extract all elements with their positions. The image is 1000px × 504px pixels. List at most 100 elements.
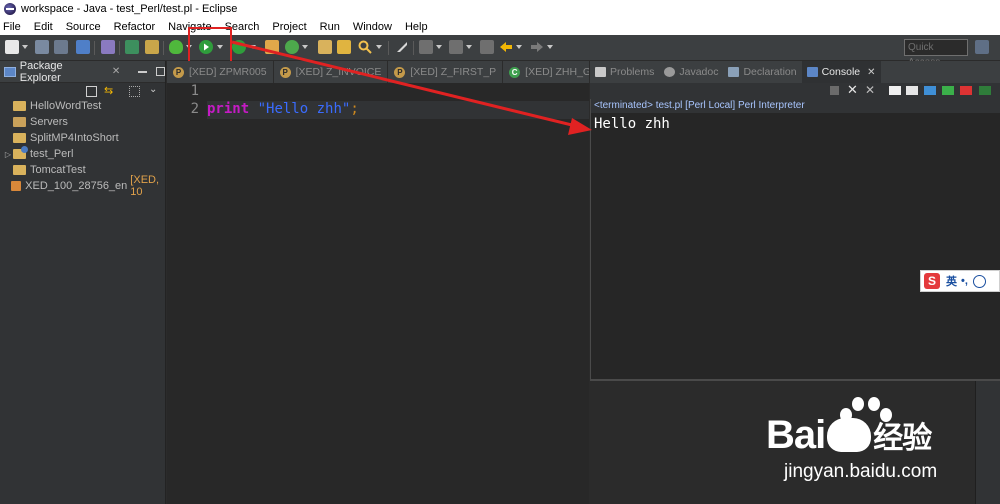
terminate-icon[interactable] (830, 86, 839, 95)
focus-on-task-icon[interactable] (129, 86, 140, 97)
javadoc-icon (664, 67, 676, 77)
skip-breakpoints-icon[interactable] (101, 40, 115, 54)
open-perspective-icon[interactable] (975, 40, 989, 54)
new-class-dropdown-icon[interactable] (302, 45, 308, 49)
new-package-icon[interactable] (145, 40, 159, 54)
save-all-icon[interactable] (54, 40, 68, 54)
pin-console-icon[interactable] (979, 86, 991, 95)
tree-item-xed-100[interactable]: XED_100_28756_en [XED, 10 (0, 174, 165, 198)
tree-item-test-perl[interactable]: ▷ test_Perl (0, 146, 73, 162)
ime-status-bar[interactable]: S 英 •, (920, 270, 1000, 292)
watermark-url: jingyan.baidu.com (784, 461, 938, 482)
toolbar-separator (388, 41, 389, 55)
tree-item-label: SplitMP4IntoShort (30, 132, 119, 144)
minimize-icon[interactable] (138, 70, 148, 73)
previous-annotation-dropdown-icon[interactable] (466, 45, 472, 49)
code-terminator: ; (350, 101, 359, 117)
remove-launch-icon[interactable]: ✕ (847, 82, 858, 98)
eclipse-logo-icon (4, 3, 16, 15)
menu-help[interactable]: Help (405, 21, 428, 33)
show-on-error-icon[interactable] (960, 86, 972, 95)
back-arrow-icon[interactable] (499, 40, 513, 54)
view-menu-icon[interactable]: ⌄ (149, 84, 157, 95)
tree-item-label: HelloWordTest (30, 100, 102, 112)
menu-edit[interactable]: Edit (34, 21, 53, 33)
tree-item-helloworldtest[interactable]: HelloWordTest (0, 98, 101, 114)
debug-bug-icon[interactable] (169, 40, 183, 54)
open-type-icon[interactable] (125, 40, 139, 54)
scroll-lock-icon[interactable] (906, 86, 918, 95)
search-icon[interactable] (358, 40, 372, 54)
menu-project[interactable]: Project (272, 21, 306, 33)
run-button-highlight (188, 27, 232, 65)
show-on-output-icon[interactable] (942, 86, 954, 95)
tab-problems[interactable]: Problems (590, 61, 659, 83)
forward-arrow-icon[interactable] (530, 40, 544, 54)
collapse-all-icon[interactable] (86, 86, 97, 97)
editor-tab-z-first-p[interactable]: P [XED] Z_FIRST_P (388, 61, 504, 83)
folder-icon (13, 117, 26, 127)
editor-tab-label: [XED] Z_FIRST_P (410, 66, 497, 78)
last-edit-location-icon[interactable] (480, 40, 494, 54)
next-annotation-icon[interactable] (419, 40, 433, 54)
search-dropdown-icon[interactable] (376, 45, 382, 49)
menu-run[interactable]: Run (320, 21, 340, 33)
toolbar-separator (119, 41, 120, 55)
save-icon[interactable] (35, 40, 49, 54)
quick-access-input[interactable]: Quick Access (904, 39, 968, 68)
new-class-icon[interactable] (285, 40, 299, 54)
clear-console-icon[interactable] (889, 86, 901, 95)
external-tools-dropdown-icon[interactable] (250, 45, 256, 49)
line-number: 1 (190, 83, 199, 99)
ime-punctuation[interactable]: •, (961, 275, 968, 287)
sogou-logo-icon: S (924, 273, 940, 289)
close-icon[interactable]: ✕ (112, 66, 120, 77)
remove-all-terminated-icon[interactable]: ✕ (865, 83, 875, 97)
editor-tab-label: [XED] ZHH_G (525, 66, 589, 78)
new-dropdown-icon[interactable] (22, 45, 28, 49)
tab-declaration[interactable]: Declaration (723, 61, 801, 83)
new-java-project-icon[interactable] (265, 40, 279, 54)
toolbar-separator (94, 41, 95, 55)
tree-item-servers[interactable]: Servers (0, 114, 68, 130)
main-toolbar (0, 35, 1000, 61)
expand-arrow-icon[interactable]: ▷ (3, 150, 13, 159)
watermark-brand-cn: 经验 (873, 422, 932, 455)
link-with-editor-icon[interactable]: ⇆ (104, 86, 113, 97)
menu-file[interactable]: File (3, 21, 21, 33)
tab-console[interactable]: Console ✕ (801, 61, 881, 83)
new-icon[interactable] (5, 40, 19, 54)
code-keyword: print (207, 101, 250, 117)
editor-tab-bar: P [XED] ZPMR005 P [XED] Z_INVOICE P [XED… (167, 61, 589, 83)
forward-dropdown-icon[interactable] (547, 45, 553, 49)
toggle-mark-occurrences-icon[interactable] (395, 40, 409, 54)
tab-javadoc[interactable]: Javadoc (659, 61, 723, 83)
tab-label: Problems (610, 66, 655, 78)
editor-tab-zpmr005[interactable]: P [XED] ZPMR005 (167, 61, 274, 83)
editor-tab-zhh-g[interactable]: C [XED] ZHH_G (503, 61, 589, 83)
open-task-icon[interactable] (318, 40, 332, 54)
next-annotation-dropdown-icon[interactable] (436, 45, 442, 49)
project-folder-icon (13, 133, 26, 143)
editor-tab-z-invoice[interactable]: P [XED] Z_INVOICE (274, 61, 389, 83)
tree-item-decoration: [XED, 10 (130, 174, 160, 198)
run-last-tool-icon[interactable] (232, 40, 246, 54)
tree-item-splitmp4intoshort[interactable]: SplitMP4IntoShort (0, 130, 119, 146)
close-icon[interactable]: ✕ (867, 67, 875, 78)
menu-refactor[interactable]: Refactor (114, 21, 156, 33)
emoji-icon[interactable] (972, 274, 986, 288)
word-wrap-icon[interactable] (924, 86, 936, 95)
open-folder-icon[interactable] (337, 40, 351, 54)
console-view[interactable]: <terminated> test.pl [Perl Local] Perl I… (590, 99, 1000, 381)
code-editor[interactable]: 1 2 print "Hello zhh"; (167, 83, 589, 504)
project-folder-icon (13, 165, 26, 175)
previous-annotation-icon[interactable] (449, 40, 463, 54)
tree-item-tomcattest[interactable]: TomcatTest (0, 162, 86, 178)
back-dropdown-icon[interactable] (516, 45, 522, 49)
menu-window[interactable]: Window (353, 21, 392, 33)
menu-source[interactable]: Source (66, 21, 101, 33)
package-explorer-tab[interactable]: Package Explorer ✕ (0, 60, 165, 84)
print-icon[interactable] (76, 40, 90, 54)
maximize-icon[interactable] (156, 67, 165, 76)
ime-mode[interactable]: 英 (946, 273, 957, 289)
